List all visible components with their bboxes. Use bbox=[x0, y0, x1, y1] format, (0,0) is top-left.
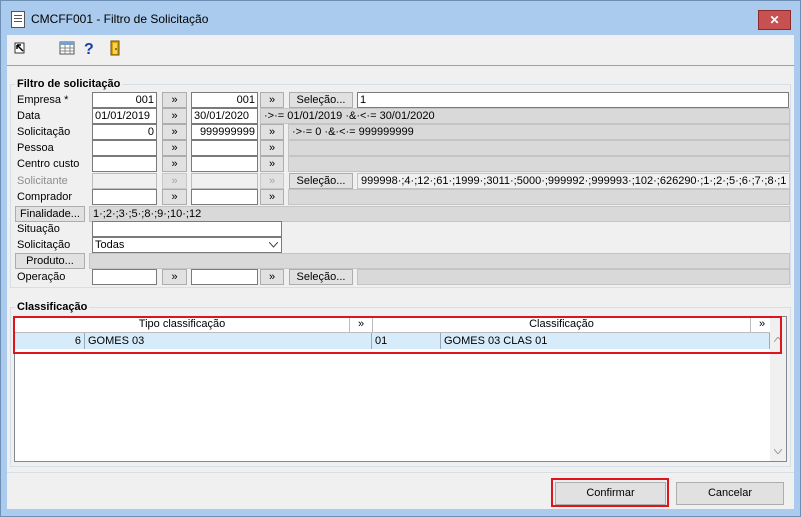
solicitante-selecao-label: Seleção... bbox=[296, 175, 346, 187]
highlight-frame bbox=[13, 316, 782, 354]
window-title: CMCFF001 - Filtro de Solicitação bbox=[31, 12, 209, 26]
comprador-from-input[interactable] bbox=[92, 189, 157, 205]
pessoa-from-input[interactable] bbox=[92, 140, 157, 156]
operacao-from-lookup-button[interactable]: » bbox=[162, 269, 187, 285]
scroll-down-icon[interactable] bbox=[774, 449, 782, 454]
centro-custo-from-input[interactable] bbox=[92, 156, 157, 172]
empresa-selecao-button[interactable]: Seleção... bbox=[289, 92, 353, 108]
data-from-lookup-button[interactable]: » bbox=[162, 108, 187, 124]
centro-custo-to-input[interactable] bbox=[191, 156, 258, 172]
chevron-down-icon bbox=[269, 242, 278, 248]
document-icon bbox=[11, 11, 25, 28]
pessoa-label: Pessoa bbox=[17, 142, 54, 154]
application-window: CMCFF001 - Filtro de Solicitação ✕ ? Fil… bbox=[0, 0, 801, 517]
produto-button[interactable]: Produto... bbox=[15, 253, 85, 269]
situacao-input[interactable] bbox=[92, 221, 282, 237]
close-button[interactable]: ✕ bbox=[758, 10, 791, 30]
pessoa-to-lookup-button[interactable]: » bbox=[260, 140, 284, 156]
solicitacao-to-lookup-button[interactable]: » bbox=[260, 124, 284, 140]
help-symbol: ? bbox=[84, 41, 94, 56]
comprador-to-input[interactable] bbox=[191, 189, 258, 205]
toolbar-separator bbox=[7, 65, 794, 66]
operacao-to-input[interactable] bbox=[191, 269, 258, 285]
exit-door-icon[interactable] bbox=[108, 40, 122, 56]
table-icon[interactable] bbox=[59, 40, 75, 56]
confirm-highlight-frame bbox=[551, 478, 669, 507]
operacao-from-input[interactable] bbox=[92, 269, 157, 285]
solicitacao-result-field: ·>·= 0 ·&·<·= 999999999 bbox=[288, 124, 790, 140]
solicitacao-status-value: Todas bbox=[95, 239, 125, 251]
solicitacao-status-label: Solicitação bbox=[17, 239, 71, 251]
centro-custo-result-field bbox=[288, 156, 790, 172]
centro-custo-label: Centro custo bbox=[17, 158, 80, 170]
empresa-to-lookup-button[interactable]: » bbox=[260, 92, 284, 108]
data-label: Data bbox=[17, 110, 41, 122]
cancel-label: Cancelar bbox=[707, 487, 753, 499]
empresa-from-input[interactable]: 001 bbox=[92, 92, 157, 108]
empresa-from-lookup-button[interactable]: » bbox=[162, 92, 187, 108]
solicitante-from-input bbox=[92, 173, 157, 189]
solicitante-result-field: 999998·;4·;12·;61·;1999·;3011·;5000·;999… bbox=[357, 173, 790, 189]
data-to-input[interactable]: 30/01/2020 bbox=[191, 108, 258, 124]
pessoa-result-field bbox=[288, 140, 790, 156]
solicitante-selecao-button[interactable]: Seleção... bbox=[289, 173, 353, 189]
operacao-to-lookup-button[interactable]: » bbox=[260, 269, 284, 285]
comprador-from-lookup-button[interactable]: » bbox=[162, 189, 187, 205]
classification-legend: Classificação bbox=[17, 301, 88, 313]
situacao-label: Situação bbox=[17, 223, 60, 235]
empresa-to-input[interactable]: 001 bbox=[191, 92, 258, 108]
data-from-input[interactable]: 01/01/2019 bbox=[92, 108, 157, 124]
filter-legend: Filtro de solicitação bbox=[17, 78, 121, 90]
finalidade-button[interactable]: Finalidade... bbox=[15, 206, 85, 222]
solicitacao-to-input[interactable]: 999999999 bbox=[191, 124, 258, 140]
produto-result-field bbox=[89, 253, 790, 269]
operacao-result-field bbox=[357, 269, 790, 285]
toolbar: ? bbox=[7, 35, 794, 61]
operacao-label: Operação bbox=[17, 271, 66, 283]
empresa-result-field: 1 bbox=[357, 92, 789, 108]
solicitante-to-input bbox=[191, 173, 258, 189]
solicitacao-status-select[interactable]: Todas bbox=[92, 237, 282, 253]
finalidade-button-label: Finalidade... bbox=[20, 208, 80, 220]
solicitacao-label: Solicitação bbox=[17, 126, 71, 138]
help-icon[interactable]: ? bbox=[83, 40, 95, 56]
solicitante-to-lookup-button: » bbox=[260, 173, 284, 189]
cancel-button[interactable]: Cancelar bbox=[676, 482, 784, 505]
empresa-label: Empresa * bbox=[17, 94, 69, 106]
footer-separator bbox=[7, 472, 794, 473]
title-bar: CMCFF001 - Filtro de Solicitação ✕ bbox=[1, 1, 800, 35]
operacao-selecao-label: Seleção... bbox=[296, 271, 346, 283]
finalidade-result-field: 1·;2·;3·;5·;8·;9·;10·;12 bbox=[89, 206, 790, 222]
client-area: ? Filtro de solicitação Empresa * 001 » … bbox=[7, 35, 794, 509]
centro-custo-to-lookup-button[interactable]: » bbox=[260, 156, 284, 172]
comprador-result-field bbox=[288, 189, 790, 205]
solicitante-label: Solicitante bbox=[17, 175, 68, 187]
data-result-field: ·>·= 01/01/2019 ·&·<·= 30/01/2020 bbox=[260, 108, 790, 124]
operacao-selecao-button[interactable]: Seleção... bbox=[289, 269, 353, 285]
solicitacao-from-input[interactable]: 0 bbox=[92, 124, 157, 140]
comprador-label: Comprador bbox=[17, 191, 73, 203]
centro-custo-from-lookup-button[interactable]: » bbox=[162, 156, 187, 172]
solicitacao-from-lookup-button[interactable]: » bbox=[162, 124, 187, 140]
solicitante-from-lookup-button: » bbox=[162, 173, 187, 189]
produto-button-label: Produto... bbox=[26, 255, 74, 267]
pessoa-from-lookup-button[interactable]: » bbox=[162, 140, 187, 156]
comprador-to-lookup-button[interactable]: » bbox=[260, 189, 284, 205]
empresa-selecao-label: Seleção... bbox=[296, 94, 346, 106]
pessoa-to-input[interactable] bbox=[191, 140, 258, 156]
arrow-cursor-icon[interactable] bbox=[13, 40, 27, 56]
